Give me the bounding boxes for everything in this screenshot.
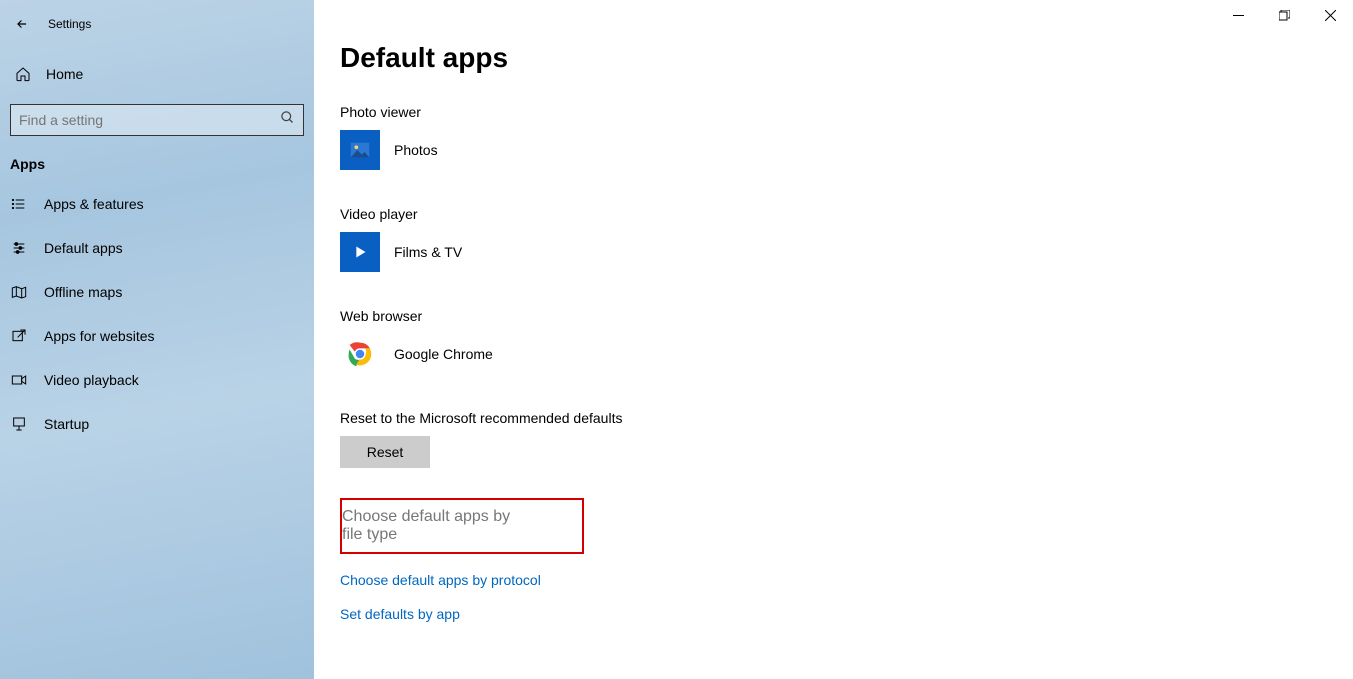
app-selector-photo-viewer[interactable]: Photos	[340, 130, 1353, 170]
sidebar-item-label: Default apps	[44, 240, 123, 256]
link-choose-by-file-type[interactable]: Choose default apps by file type	[340, 498, 584, 554]
sidebar-item-label: Video playback	[44, 372, 139, 388]
sidebar-item-label: Startup	[44, 416, 89, 432]
app-name: Photos	[394, 142, 438, 158]
sidebar-item-default-apps[interactable]: Default apps	[0, 226, 314, 270]
map-icon	[10, 283, 28, 301]
app-name: Films & TV	[394, 244, 462, 260]
home-icon	[14, 65, 32, 83]
search-input[interactable]	[19, 112, 219, 128]
sidebar: Settings Home Apps Apps & features Defau…	[0, 0, 314, 679]
list-icon	[10, 195, 28, 213]
window-controls	[1215, 0, 1353, 30]
app-name: Google Chrome	[394, 346, 493, 362]
main-content: Default apps Photo viewer Photos Video p…	[314, 0, 1353, 679]
category-label-photo: Photo viewer	[340, 104, 1353, 120]
sidebar-item-startup[interactable]: Startup	[0, 402, 314, 446]
sidebar-item-offline-maps[interactable]: Offline maps	[0, 270, 314, 314]
link-set-defaults-by-app[interactable]: Set defaults by app	[340, 606, 1353, 622]
close-button[interactable]	[1307, 0, 1353, 30]
sidebar-item-label: Apps & features	[44, 196, 144, 212]
chrome-app-icon	[340, 334, 380, 374]
startup-icon	[10, 415, 28, 433]
films-tv-app-icon	[340, 232, 380, 272]
minimize-button[interactable]	[1215, 0, 1261, 30]
back-icon[interactable]	[14, 16, 30, 32]
defaults-icon	[10, 239, 28, 257]
search-box[interactable]	[10, 104, 304, 136]
reset-button[interactable]: Reset	[340, 436, 430, 468]
window-title: Settings	[48, 17, 91, 31]
sidebar-item-label: Offline maps	[44, 284, 122, 300]
sidebar-section-header: Apps	[0, 136, 314, 182]
link-choose-by-protocol[interactable]: Choose default apps by protocol	[340, 572, 1353, 588]
video-icon	[10, 371, 28, 389]
category-label-browser: Web browser	[340, 308, 1353, 324]
category-label-video: Video player	[340, 206, 1353, 222]
sidebar-item-apps-features[interactable]: Apps & features	[0, 182, 314, 226]
home-label: Home	[46, 66, 83, 82]
launch-icon	[10, 327, 28, 345]
maximize-button[interactable]	[1261, 0, 1307, 30]
page-title: Default apps	[340, 42, 1353, 74]
titlebar: Settings	[0, 8, 314, 40]
sidebar-item-apps-for-websites[interactable]: Apps for websites	[0, 314, 314, 358]
home-button[interactable]: Home	[0, 54, 314, 94]
app-selector-video-player[interactable]: Films & TV	[340, 232, 1353, 272]
app-selector-web-browser[interactable]: Google Chrome	[340, 334, 1353, 374]
photos-app-icon	[340, 130, 380, 170]
sidebar-item-video-playback[interactable]: Video playback	[0, 358, 314, 402]
reset-description: Reset to the Microsoft recommended defau…	[340, 410, 1353, 426]
sidebar-item-label: Apps for websites	[44, 328, 155, 344]
search-icon	[280, 110, 295, 130]
